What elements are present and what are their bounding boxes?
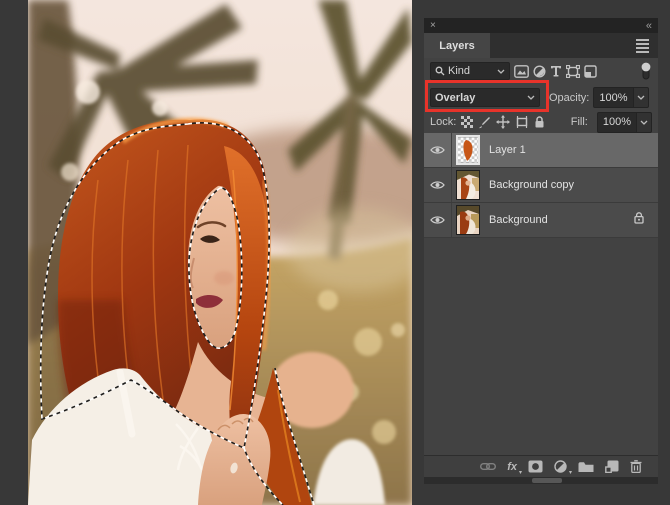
blend-mode-dropdown[interactable]: Overlay [430, 88, 540, 107]
new-layer-icon[interactable] [605, 460, 619, 473]
chevron-down-icon [497, 69, 505, 74]
fx-label: fx [507, 460, 517, 473]
shape-layer-filter-icon[interactable] [566, 64, 580, 78]
panel-resize-strip [424, 477, 658, 484]
filter-kind-label: Kind [448, 65, 471, 77]
layer-row-layer1[interactable]: Layer 1 [424, 133, 658, 168]
search-icon [435, 66, 445, 76]
lock-artboard-icon[interactable] [515, 116, 529, 128]
panel-tab-bar: Layers [424, 33, 658, 58]
layer-filter-row: Kind [424, 58, 658, 84]
new-adjustment-layer-icon[interactable]: ▾ [554, 460, 572, 476]
blend-mode-row: Overlay Opacity: 100% [424, 84, 658, 111]
panel-menu-icon[interactable] [636, 38, 649, 53]
visibility-eye-icon[interactable] [424, 203, 452, 237]
chevron-down-icon [527, 95, 535, 100]
add-layer-mask-icon[interactable] [528, 460, 543, 473]
fill-label: Fill: [570, 116, 588, 128]
smart-object-filter-icon[interactable] [584, 64, 597, 78]
layer-thumbnail[interactable] [456, 135, 480, 165]
lock-position-icon[interactable] [496, 115, 511, 129]
tab-layers[interactable]: Layers [424, 33, 490, 58]
opacity-field[interactable]: 100% [593, 87, 649, 108]
layer-name[interactable]: Layer 1 [489, 144, 526, 156]
blend-mode-value: Overlay [435, 91, 476, 104]
fill-dropdown-icon[interactable] [636, 112, 651, 132]
cheek [214, 271, 234, 285]
panel-collapse-icon[interactable]: « [646, 20, 652, 31]
opacity-label: Opacity: [549, 91, 590, 104]
scrollbar-handle[interactable] [532, 478, 562, 483]
opacity-value: 100% [599, 91, 628, 104]
lock-transparency-icon[interactable] [461, 116, 474, 128]
opacity-dropdown-icon[interactable] [632, 88, 648, 107]
layer-row-background[interactable]: Background [424, 203, 658, 238]
fill-field[interactable]: 100% [596, 111, 652, 133]
layer-row-background-copy[interactable]: Background copy [424, 168, 658, 203]
panel-empty-area [424, 238, 658, 455]
layer-name[interactable]: Background copy [489, 179, 574, 191]
fill-value: 100% [602, 116, 631, 128]
layers-list: Layer 1 Background copy Background [424, 133, 658, 238]
layer-thumbnail[interactable] [456, 170, 480, 200]
pixel-layer-filter-icon[interactable] [514, 64, 529, 78]
lock-label: Lock: [430, 116, 457, 128]
filter-toggle-icon[interactable] [640, 62, 652, 80]
type-layer-filter-icon[interactable] [550, 65, 562, 77]
adjustment-layer-filter-icon[interactable] [533, 64, 546, 78]
visibility-eye-icon[interactable] [424, 168, 452, 202]
layers-toolbar: fx ▾ ▾ [424, 455, 658, 477]
visibility-eye-icon[interactable] [424, 133, 452, 167]
layer-thumbnail[interactable] [456, 205, 480, 235]
link-layers-icon[interactable] [480, 462, 497, 471]
panel-close-icon[interactable]: × [430, 20, 436, 31]
lock-pixels-icon[interactable] [478, 116, 491, 129]
fx-dropdown-arrow-icon: ▾ [518, 469, 522, 476]
layer-style-fx-icon[interactable]: fx ▾ [507, 460, 522, 476]
delete-layer-icon[interactable] [630, 460, 642, 473]
adjustment-dropdown-arrow-icon: ▾ [568, 470, 572, 476]
layers-panel: Kind Overlay Opacity: 100% Lock: Fill: 1… [424, 58, 658, 484]
layer-name[interactable]: Background [489, 214, 548, 226]
document-canvas[interactable] [28, 0, 412, 505]
panel-group-header: × « [424, 18, 658, 33]
layer-lock-icon [634, 211, 644, 229]
lock-all-icon[interactable] [534, 115, 545, 129]
filter-kind-dropdown[interactable]: Kind [430, 62, 510, 80]
lock-row: Lock: Fill: 100% [424, 111, 658, 133]
new-group-icon[interactable] [578, 461, 594, 473]
photoshop-workspace: × « Layers Kind Overlay Opacity: 100% Lo… [0, 0, 670, 505]
photo-illustration [28, 0, 412, 505]
